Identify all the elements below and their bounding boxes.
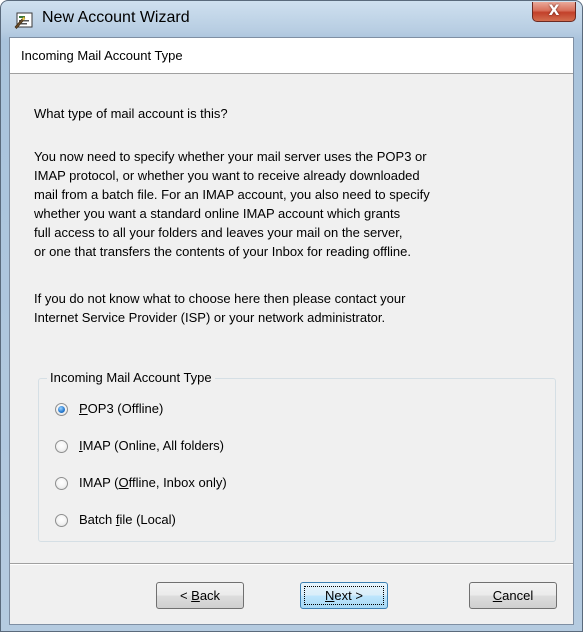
contact-paragraph: If you do not know what to choose here t…	[34, 291, 406, 325]
back-button-label: < Back	[179, 588, 221, 603]
instructions-paragraph: You now need to specify whether your mai…	[34, 149, 430, 259]
page-title: Incoming Mail Account Type	[21, 48, 183, 63]
wizard-window: New Account Wizard X Incoming Mail Accou…	[0, 0, 583, 632]
close-icon: X	[548, 3, 560, 19]
groupbox-label: Incoming Mail Account Type	[47, 370, 215, 385]
dialog-client-area: Incoming Mail Account Type What type of …	[9, 37, 574, 625]
question-text: What type of mail account is this?	[34, 106, 228, 121]
radio-button[interactable]	[55, 477, 68, 490]
focus-rectangle	[304, 586, 384, 605]
title-bar[interactable]: New Account Wizard X	[1, 1, 582, 37]
window-title: New Account Wizard	[42, 9, 190, 26]
wizard-icon	[14, 12, 33, 29]
next-button[interactable]: Next >	[300, 582, 388, 609]
radio-label-pop3: POP3 (Offline)	[79, 401, 164, 416]
radio-label-batch-file: Batch file (Local)	[79, 512, 176, 527]
radio-label-imap-online: IMAP (Online, All folders)	[79, 438, 224, 453]
wizard-header: Incoming Mail Account Type	[10, 38, 573, 74]
cancel-button[interactable]: Cancel	[469, 582, 557, 609]
radio-button[interactable]	[55, 440, 68, 453]
close-button[interactable]: X	[532, 2, 576, 22]
radio-label-imap-offline: IMAP (Offline, Inbox only)	[79, 475, 227, 490]
back-button[interactable]: < Back	[156, 582, 244, 609]
radio-button[interactable]	[55, 514, 68, 527]
radio-button-selected[interactable]	[55, 403, 68, 416]
footer-separator	[10, 563, 573, 565]
cancel-button-label: Cancel	[492, 588, 534, 603]
